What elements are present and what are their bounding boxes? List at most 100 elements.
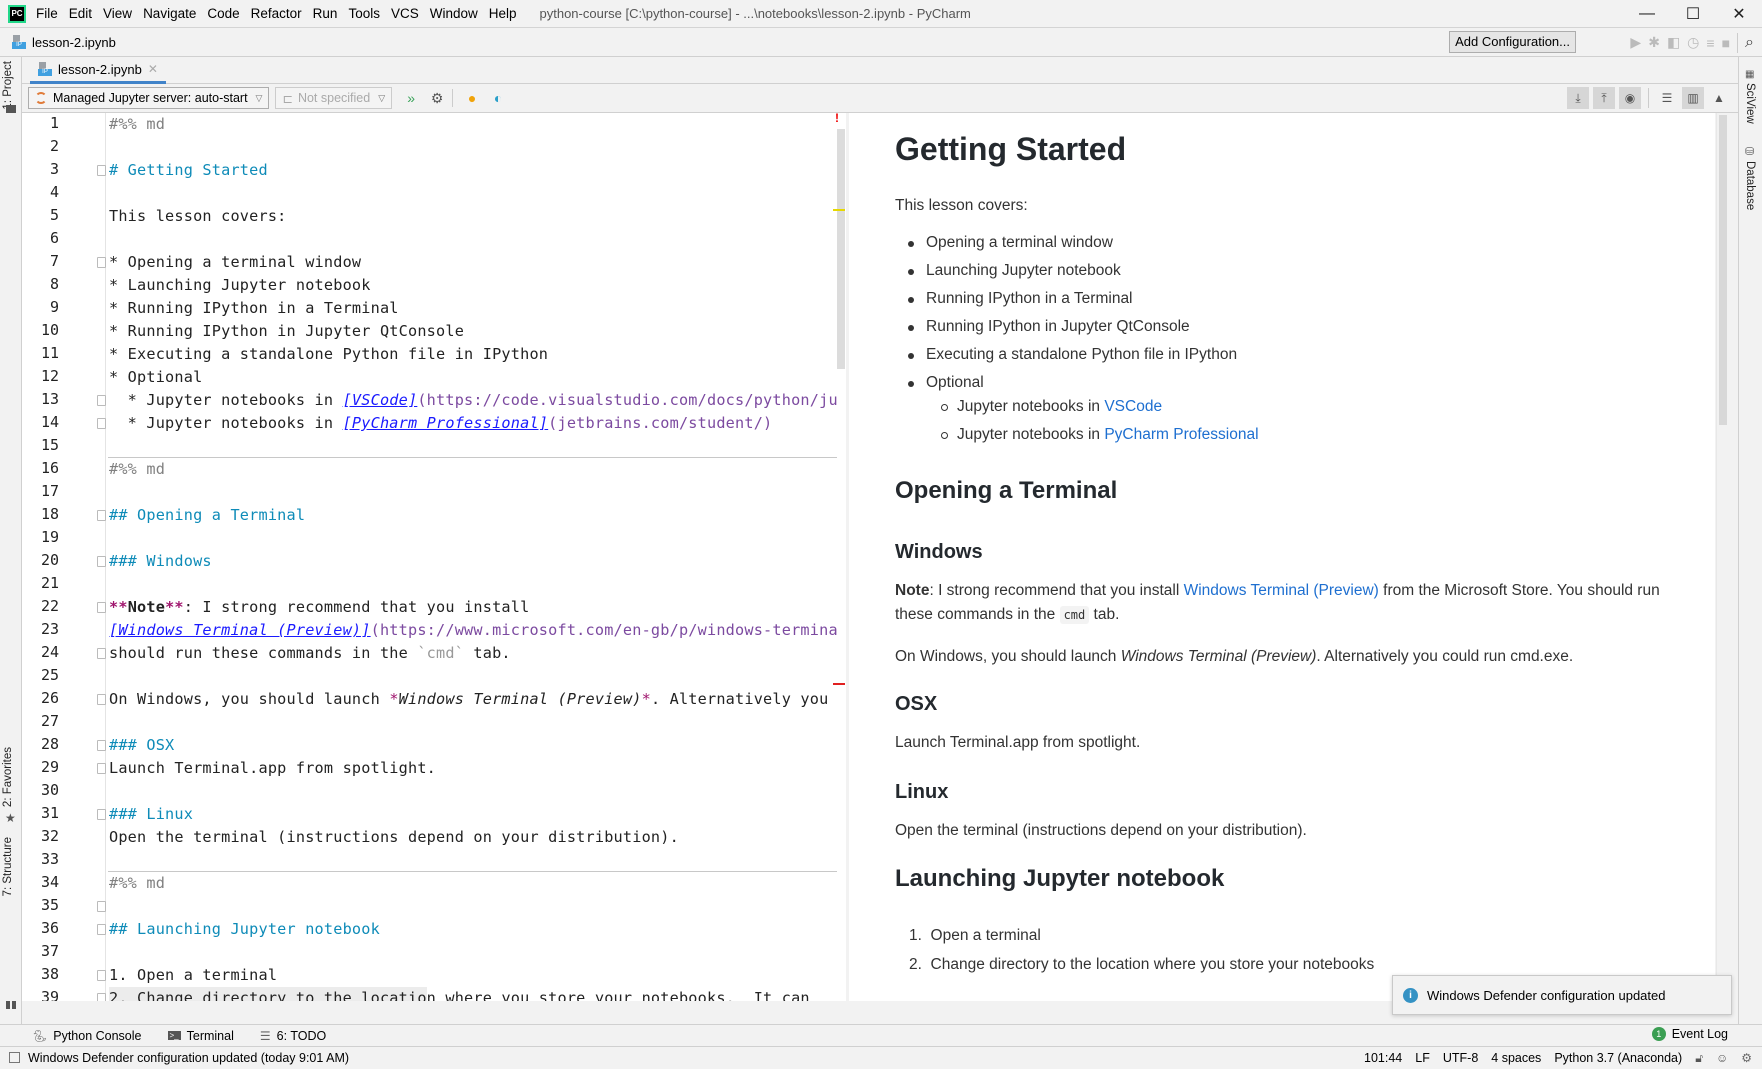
code-line-39[interactable]: 2. Change directory to the location wher… [109, 987, 810, 1001]
code-line-36[interactable]: ## Launching Jupyter notebook [109, 918, 380, 941]
debug-icon[interactable]: ✱ [1648, 34, 1660, 51]
database-tool-tab[interactable]: Database [1744, 161, 1756, 210]
code-line-9[interactable]: * Running IPython in a Terminal [109, 297, 399, 320]
menu-run[interactable]: Run [313, 6, 338, 21]
profile-icon[interactable]: ◷ [1687, 34, 1699, 51]
fold-marker-icon[interactable] [97, 257, 106, 268]
md-link-text[interactable]: [Windows Terminal (Preview)] [109, 621, 371, 639]
run-all-cells-icon[interactable]: » [400, 87, 422, 109]
lock-icon[interactable]: 🔓︎ [1695, 1051, 1703, 1066]
indent-setting[interactable]: 4 spaces [1491, 1051, 1541, 1065]
fold-marker-icon[interactable] [97, 165, 106, 176]
fold-marker-icon[interactable] [97, 993, 106, 1001]
windows-terminal-link[interactable]: Windows Terminal (Preview) [1184, 582, 1379, 599]
search-icon[interactable]: ⌕ [1745, 34, 1754, 52]
menu-code[interactable]: Code [207, 6, 239, 21]
preview-scrollbar[interactable] [1716, 113, 1728, 1001]
close-window-button[interactable]: ✕ [1716, 0, 1762, 28]
notification-balloon[interactable]: i Windows Defender configuration updated [1392, 975, 1732, 1015]
fold-marker-icon[interactable] [97, 418, 106, 429]
line-separator[interactable]: LF [1415, 1051, 1430, 1065]
menu-window[interactable]: Window [430, 6, 478, 21]
menu-navigate[interactable]: Navigate [143, 6, 196, 21]
menu-edit[interactable]: Edit [69, 6, 92, 21]
code-line-12[interactable]: * Optional [109, 366, 202, 389]
tool-window-toggle-icon[interactable] [9, 1052, 20, 1063]
project-tool-tab[interactable]: 1: Project [2, 61, 14, 110]
code-line-23[interactable]: [Windows Terminal (Preview)](https://www… [109, 619, 848, 642]
fold-marker-icon[interactable] [97, 395, 106, 406]
jupyter-update-icon[interactable]: ◐ [487, 87, 509, 109]
code-line-29[interactable]: Launch Terminal.app from spotlight. [109, 757, 436, 780]
code-line-18[interactable]: ## Opening a Terminal [109, 504, 305, 527]
code-line-16[interactable]: #%% md [109, 458, 165, 481]
fold-marker-icon[interactable] [97, 648, 106, 659]
structure-tool-tab[interactable]: 7: Structure [2, 837, 14, 896]
python-console-tab[interactable]: 🐍︎ Python Console [32, 1029, 142, 1043]
menu-vcs[interactable]: VCS [391, 6, 419, 21]
toggle-output-icon[interactable]: ◉ [1619, 87, 1641, 109]
menu-view[interactable]: View [103, 6, 132, 21]
md-link-text[interactable]: [PyCharm Professional] [343, 414, 549, 432]
fold-marker-icon[interactable] [97, 809, 106, 820]
breadcrumb-file[interactable]: lesson-2.ipynb [32, 35, 116, 50]
code-line-3[interactable]: # Getting Started [109, 159, 268, 182]
split-view-icon[interactable]: ▥ [1682, 87, 1704, 109]
code-line-31[interactable]: ### Linux [109, 803, 193, 826]
code-line-24[interactable]: should run these commands in the `cmd` t… [109, 642, 511, 665]
settings-update-icon[interactable]: ⚙ [1741, 1051, 1752, 1065]
python-interpreter[interactable]: Python 3.7 (Anaconda) [1554, 1051, 1682, 1065]
lightbulb-icon[interactable]: ● [461, 87, 483, 109]
caret-position[interactable]: 101:44 [1364, 1051, 1402, 1065]
fold-marker-icon[interactable] [97, 924, 106, 935]
error-indicator-icon[interactable]: ! [835, 113, 845, 125]
kernel-dropdown[interactable]: ⊏ Not specified ▽ [275, 87, 393, 109]
code-line-32[interactable]: Open the terminal (instructions depend o… [109, 826, 679, 849]
move-cell-down-icon[interactable]: ⤓ [1567, 87, 1589, 109]
breadcrumb[interactable]: lesson-2.ipynb [12, 35, 116, 50]
code-line-34[interactable]: #%% md [109, 872, 165, 895]
code-line-10[interactable]: * Running IPython in Jupyter QtConsole [109, 320, 464, 343]
code-line-13[interactable]: * Jupyter notebooks in [VSCode](https://… [109, 389, 848, 412]
error-marker[interactable] [833, 683, 845, 685]
move-cell-up-icon[interactable]: ⤒ [1593, 87, 1615, 109]
fold-marker-icon[interactable] [97, 556, 106, 567]
code-line-22[interactable]: **Note**: I strong recommend that you in… [109, 596, 529, 619]
fold-marker-icon[interactable] [97, 740, 106, 751]
menu-help[interactable]: Help [489, 6, 517, 21]
menu-file[interactable]: File [36, 6, 58, 21]
code-line-28[interactable]: ### OSX [109, 734, 174, 757]
code-editor[interactable]: 1 2 3 4 5 6 7 8 9 10 11 12 13 14 15 16 17 18 19 20 21 22 23 24 2… [22, 113, 848, 1001]
stop-icon[interactable]: ■ [1722, 35, 1730, 51]
add-configuration-button[interactable]: Add Configuration... [1449, 31, 1576, 53]
event-log-tab[interactable]: 1 Event Log [1651, 1027, 1728, 1041]
vscode-link[interactable]: VSCode [1104, 398, 1162, 415]
code-line-1[interactable]: #%% md [109, 113, 165, 136]
fold-marker-icon[interactable] [97, 763, 106, 774]
todo-tab[interactable]: ☰ 6: TODO [260, 1029, 326, 1043]
code-line-14[interactable]: * Jupyter notebooks in [PyCharm Professi… [109, 412, 773, 435]
concurrency-icon[interactable]: ≡ [1706, 35, 1714, 51]
code-line-8[interactable]: * Launching Jupyter notebook [109, 274, 371, 297]
code-line-7[interactable]: * Opening a terminal window [109, 251, 361, 274]
file-encoding[interactable]: UTF-8 [1443, 1051, 1478, 1065]
menu-refactor[interactable]: Refactor [251, 6, 302, 21]
editor-only-icon[interactable]: ☰ [1656, 87, 1678, 109]
terminal-tab[interactable]: >_ Terminal [167, 1029, 234, 1043]
fold-marker-icon[interactable] [97, 970, 106, 981]
fold-marker-icon[interactable] [97, 602, 106, 613]
sciview-tool-tab[interactable]: SciView [1744, 83, 1756, 124]
close-tab-icon[interactable]: ✕ [148, 62, 158, 76]
coverage-icon[interactable]: ◧ [1667, 34, 1680, 51]
run-icon[interactable]: ▶ [1630, 34, 1641, 51]
maximize-button[interactable]: ☐ [1670, 0, 1716, 28]
favorites-tool-tab[interactable]: 2: Favorites [2, 747, 14, 807]
code-line-11[interactable]: * Executing a standalone Python file in … [109, 343, 548, 366]
inspector-icon[interactable]: ☺ [1716, 1051, 1728, 1065]
code-line-20[interactable]: ### Windows [109, 550, 212, 573]
preview-only-icon[interactable]: ▲ [1708, 87, 1730, 109]
jupyter-server-dropdown[interactable]: Managed Jupyter server: auto-start ▽ [28, 87, 270, 109]
scrollbar-thumb[interactable] [837, 129, 845, 369]
md-link-text[interactable]: [VSCode] [343, 391, 418, 409]
pycharm-professional-link[interactable]: PyCharm Professional [1104, 426, 1258, 443]
